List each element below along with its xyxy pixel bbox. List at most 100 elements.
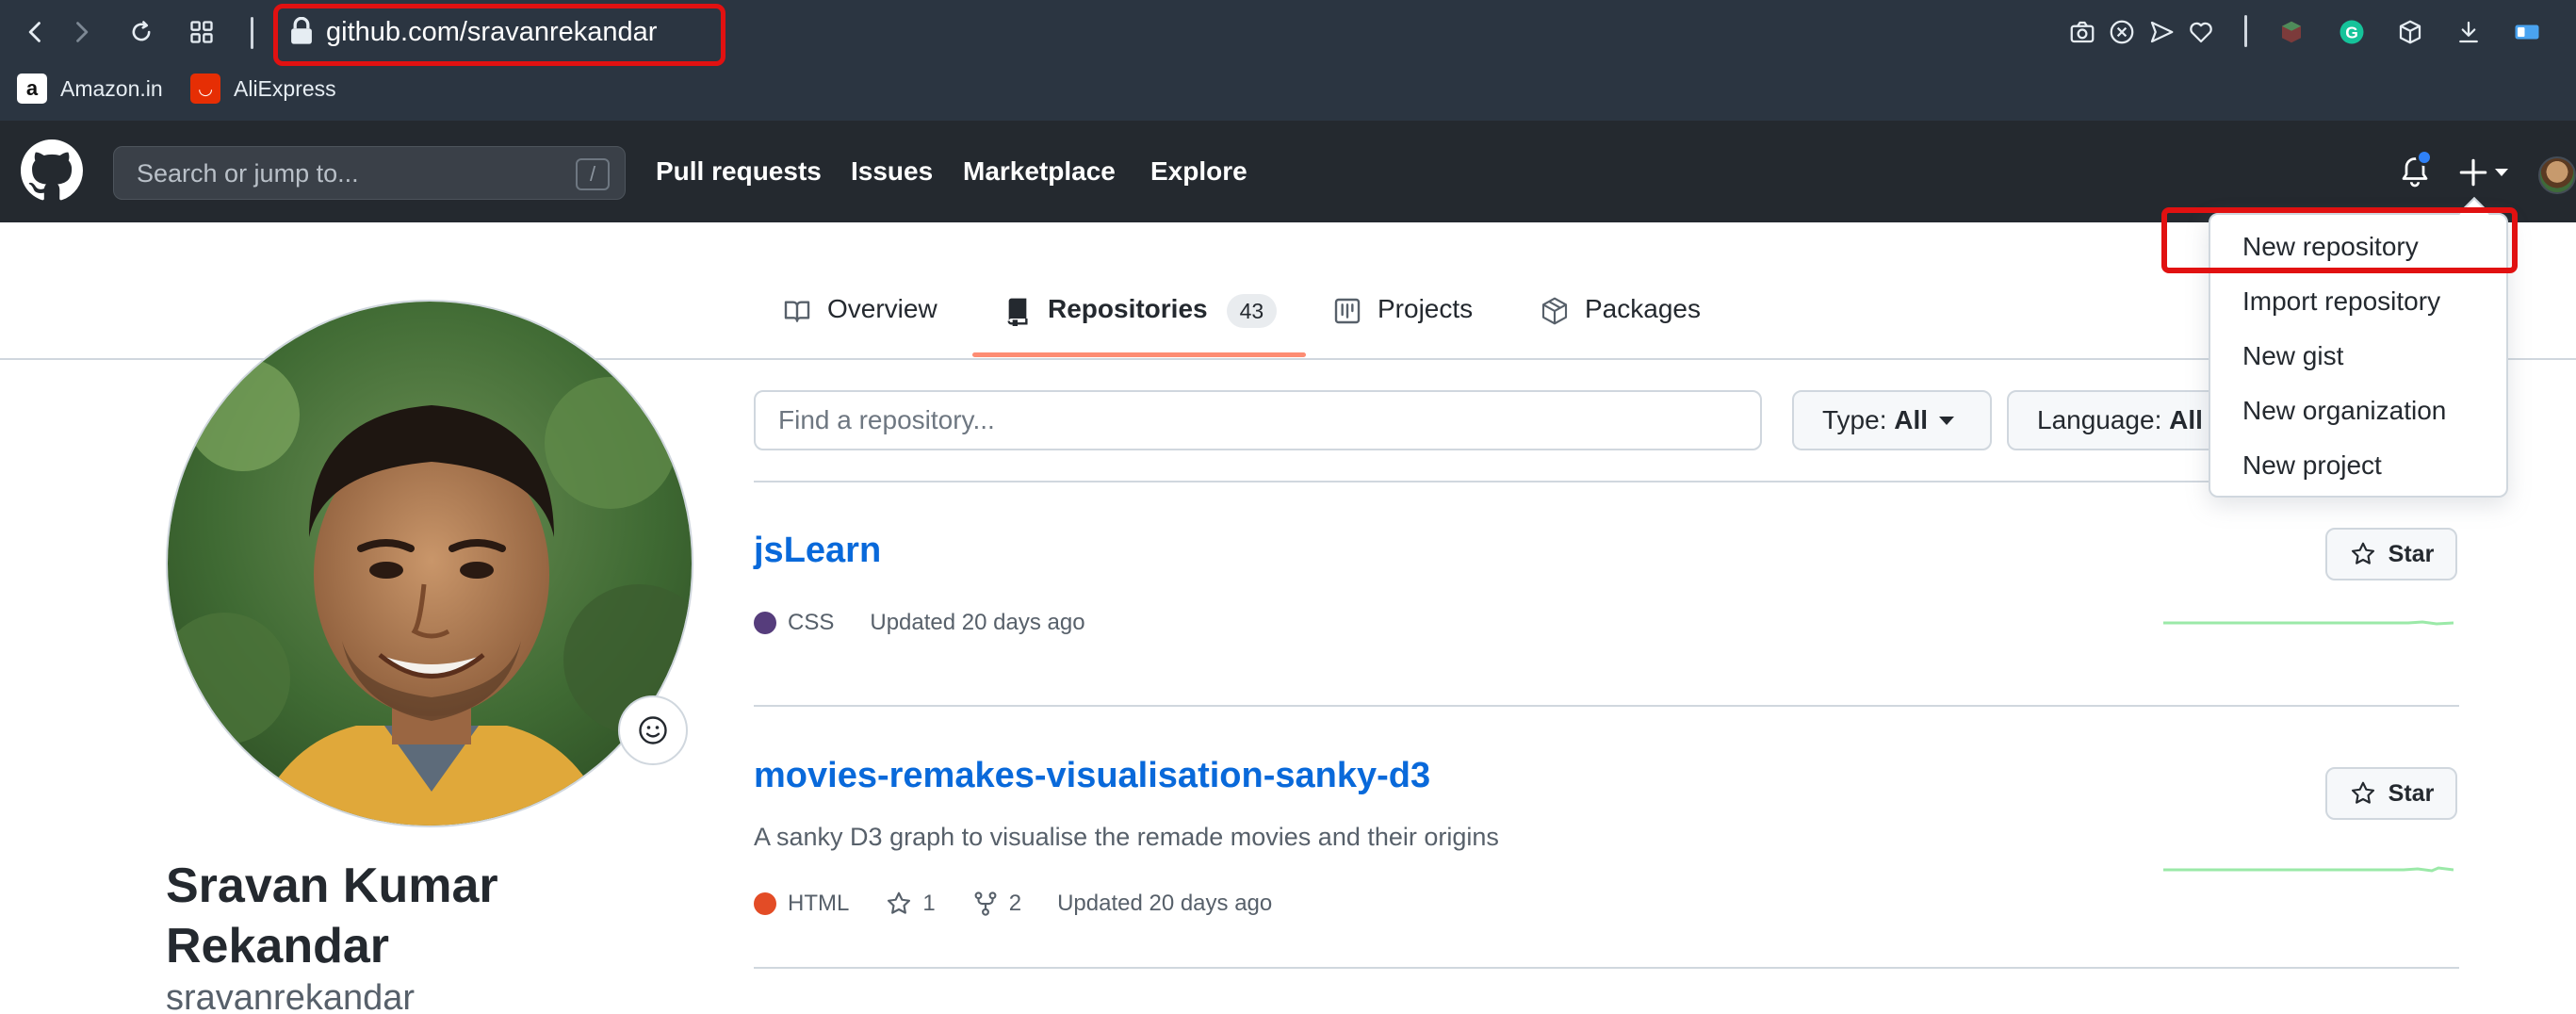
- star-label: Star: [2388, 540, 2435, 567]
- chevron-down-icon: [2495, 169, 2508, 176]
- activity-sparkline: [2163, 866, 2454, 873]
- bookmarks-bar: a Amazon.in ◡ AliExpress: [0, 66, 2576, 113]
- notification-indicator: [2416, 149, 2433, 166]
- language-filter-value: All: [2169, 405, 2203, 434]
- menu-item-new-gist[interactable]: New gist: [2242, 341, 2343, 371]
- star-icon: [888, 891, 911, 914]
- nav-explore[interactable]: Explore: [1150, 156, 1247, 187]
- star-count: 1: [922, 891, 936, 916]
- language-color-dot: [754, 612, 776, 634]
- smiley-icon: [639, 716, 667, 744]
- url-annotation-box: [273, 4, 726, 66]
- amazon-icon: a: [17, 74, 47, 104]
- aliexpress-icon: ◡: [190, 74, 220, 104]
- grammarly-icon[interactable]: G: [2335, 15, 2369, 49]
- bookmark-amazon[interactable]: a Amazon.in: [17, 70, 163, 107]
- language-label: CSS: [788, 610, 835, 635]
- global-search-input[interactable]: Search or jump to... /: [113, 146, 626, 200]
- profile-photo[interactable]: [166, 300, 693, 827]
- tab-label: Projects: [1378, 294, 1474, 323]
- profile-full-name: Sravan Kumar Rekandar: [166, 859, 498, 973]
- profile-photo-image: [168, 302, 692, 826]
- language-color-dot: [754, 892, 776, 915]
- download-icon[interactable]: [2452, 15, 2486, 49]
- repo-count-badge: 43: [1226, 294, 1278, 328]
- repo-language: HTML: [754, 891, 849, 917]
- repo-updated: Updated 20 days ago: [1057, 891, 1273, 916]
- nav-issues[interactable]: Issues: [851, 156, 933, 187]
- tab-projects[interactable]: Projects: [1332, 292, 1473, 360]
- tab-repositories[interactable]: Repositories 43: [1003, 292, 1278, 360]
- nav-marketplace[interactable]: Marketplace: [963, 156, 1116, 187]
- tab-label: Packages: [1585, 294, 1701, 323]
- box-icon[interactable]: [2393, 15, 2427, 49]
- bookmark-label: Amazon.in: [60, 75, 163, 101]
- block-icon[interactable]: [2105, 15, 2139, 49]
- list-divider: [754, 967, 2459, 969]
- github-logo-icon[interactable]: [21, 139, 83, 202]
- repo-stargazers-link[interactable]: 1: [885, 890, 936, 918]
- profile-username: sravanrekandar: [166, 978, 416, 1014]
- fork-count: 2: [1008, 891, 1022, 916]
- browser-chrome: github.com/sravanrekandar G a Amazon.in …: [0, 0, 2576, 121]
- repo-name-link[interactable]: movies-remakes-visualisation-sanky-d3: [754, 756, 1430, 796]
- repo-updated: Updated 20 days ago: [870, 610, 1085, 635]
- new-repository-annotation-box: [2161, 207, 2518, 273]
- tab-label: Overview: [827, 294, 937, 323]
- cube-extension-icon[interactable]: [2274, 15, 2308, 49]
- repo-forks-link[interactable]: 2: [971, 890, 1021, 918]
- plus-icon: [2459, 158, 2487, 187]
- svg-text:G: G: [2345, 23, 2358, 41]
- star-button[interactable]: Star: [2325, 767, 2457, 820]
- book-icon: [784, 301, 810, 322]
- type-filter-button[interactable]: Type: All: [1792, 390, 1992, 450]
- chevron-down-icon: [1939, 416, 1955, 425]
- heart-icon[interactable]: [2184, 15, 2218, 49]
- find-repository-input[interactable]: [754, 390, 1762, 450]
- user-avatar[interactable]: [2538, 156, 2576, 194]
- language-filter-label: Language:: [2037, 405, 2162, 434]
- menu-item-import-repository[interactable]: Import repository: [2242, 286, 2440, 317]
- fork-icon: [974, 891, 997, 916]
- star-icon: [2351, 781, 2374, 804]
- toolbar-divider: [2244, 15, 2247, 47]
- menu-item-new-project[interactable]: New project: [2242, 450, 2382, 481]
- reload-icon[interactable]: [122, 13, 160, 51]
- forward-icon[interactable]: [62, 13, 100, 51]
- bookmark-aliexpress[interactable]: ◡ AliExpress: [190, 70, 336, 107]
- set-status-button[interactable]: [618, 695, 688, 765]
- tab-grid-icon[interactable]: [183, 13, 220, 51]
- repo-icon: [1007, 298, 1028, 326]
- tab-packages[interactable]: Packages: [1540, 292, 1701, 360]
- sidebar-toggle-icon[interactable]: [2510, 15, 2544, 49]
- repo-name-link[interactable]: jsLearn: [754, 531, 881, 571]
- star-button[interactable]: Star: [2325, 528, 2457, 581]
- nav-pull-requests[interactable]: Pull requests: [656, 156, 822, 187]
- repo-meta: HTML 1 2 Updated 20 days ago: [754, 888, 1308, 920]
- list-divider: [754, 481, 2459, 482]
- language-label: HTML: [788, 891, 850, 916]
- search-shortcut-key: /: [576, 158, 610, 190]
- type-filter-label: Type:: [1822, 405, 1887, 434]
- package-icon: [1541, 297, 1568, 325]
- create-new-menu-button[interactable]: [2457, 155, 2510, 190]
- language-filter-button[interactable]: Language: All: [2007, 390, 2224, 450]
- browser-toolbar: github.com/sravanrekandar G: [0, 0, 2576, 66]
- menu-item-new-organization[interactable]: New organization: [2242, 396, 2446, 426]
- star-label: Star: [2388, 779, 2435, 807]
- bookmark-label: AliExpress: [234, 75, 336, 101]
- active-tab-indicator: [972, 352, 1306, 357]
- repo-meta: CSS Updated 20 days ago: [754, 607, 1121, 639]
- activity-sparkline: [2163, 620, 2454, 626]
- repo-language: CSS: [754, 610, 834, 636]
- list-divider: [754, 705, 2459, 707]
- camera-icon[interactable]: [2065, 15, 2099, 49]
- tab-overview[interactable]: Overview: [782, 292, 937, 360]
- send-icon[interactable]: [2144, 15, 2178, 49]
- toolbar-divider: [251, 17, 253, 49]
- project-icon: [1334, 298, 1361, 324]
- search-placeholder: Search or jump to...: [137, 159, 359, 188]
- repo-description: A sanky D3 graph to visualise the remade…: [754, 823, 1499, 851]
- type-filter-value: All: [1894, 405, 1929, 434]
- back-icon[interactable]: [17, 13, 55, 51]
